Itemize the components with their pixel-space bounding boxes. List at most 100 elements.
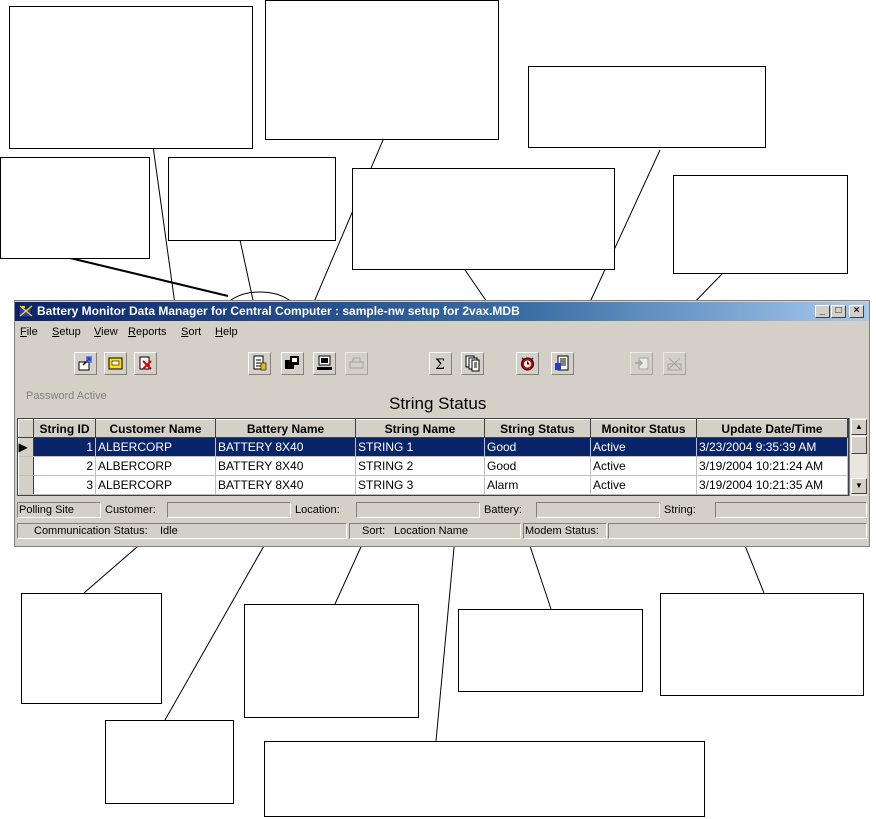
add-icon xyxy=(635,357,649,370)
copy-icon xyxy=(465,355,480,372)
callout-box xyxy=(352,168,615,270)
sort-value: Location Name xyxy=(394,525,468,537)
alarm-button[interactable] xyxy=(516,352,539,375)
cell-string-id[interactable]: 3 xyxy=(33,475,96,495)
cell-string-status[interactable]: Alarm xyxy=(484,475,591,495)
cell-string-status[interactable]: Good xyxy=(484,456,591,476)
delete-button[interactable] xyxy=(134,352,157,375)
callout-box xyxy=(21,593,162,704)
menu-sort[interactable]: Sort xyxy=(181,326,201,338)
customer-field xyxy=(167,502,291,518)
monitor-icon xyxy=(317,355,332,370)
open-icon xyxy=(108,357,123,370)
column-header[interactable]: String Name xyxy=(355,419,485,438)
menu-setup[interactable]: Setup xyxy=(52,326,81,338)
menu-file[interactable]: File xyxy=(20,326,38,338)
table-row[interactable]: 3 ALBERCORP BATTERY 8X40 STRING 3 Alarm … xyxy=(18,475,848,495)
callout-box xyxy=(0,157,150,259)
menu-reports[interactable]: Reports xyxy=(128,326,167,338)
callout-box xyxy=(244,604,419,718)
password-status: Password Active xyxy=(26,390,107,402)
dialup-button[interactable] xyxy=(663,352,686,375)
battery-field xyxy=(536,502,660,518)
report-button[interactable] xyxy=(551,352,574,375)
menu-view[interactable]: View xyxy=(94,326,118,338)
row-indicator xyxy=(18,475,34,495)
comm-status-label: Communication Status: xyxy=(34,525,148,537)
battery-app-icon xyxy=(18,305,33,318)
window-title: Battery Monitor Data Manager for Central… xyxy=(37,304,520,318)
open-button[interactable] xyxy=(104,352,127,375)
callout-box xyxy=(168,157,336,241)
cell-update-datetime[interactable]: 3/19/2004 10:21:24 AM xyxy=(696,456,848,476)
minimize-button[interactable]: _ xyxy=(815,305,830,318)
import-button[interactable] xyxy=(248,352,271,375)
menu-help[interactable]: Help xyxy=(215,326,238,338)
modem-status-field xyxy=(608,523,867,539)
status-bar-bottom: Communication Status: Idle Sort: Locatio… xyxy=(17,523,869,539)
cell-string-name[interactable]: STRING 1 xyxy=(355,437,485,457)
app-window: Battery Monitor Data Manager for Central… xyxy=(14,300,870,547)
sync-icon xyxy=(285,356,299,369)
cell-customer-name[interactable]: ALBERCORP xyxy=(95,475,216,495)
polling-site-divider xyxy=(17,502,101,518)
column-header[interactable]: Monitor Status xyxy=(590,419,697,438)
export-button[interactable] xyxy=(74,352,97,375)
column-header[interactable]: Battery Name xyxy=(215,419,356,438)
column-header[interactable]: String Status xyxy=(484,419,591,438)
cell-battery-name[interactable]: BATTERY 8X40 xyxy=(215,456,356,476)
callout-box xyxy=(660,593,864,696)
table-row[interactable]: ▶ 1 ALBERCORP BATTERY 8X40 STRING 1 Good… xyxy=(18,437,848,457)
dialup-icon xyxy=(667,357,682,371)
maximize-button[interactable]: □ xyxy=(831,305,846,318)
add-button[interactable] xyxy=(630,352,653,375)
string-status-grid: String ID Customer Name Battery Name Str… xyxy=(17,418,849,496)
column-header[interactable]: Customer Name xyxy=(95,419,216,438)
column-header[interactable]: Update Date/Time xyxy=(696,419,848,438)
scroll-thumb[interactable] xyxy=(851,436,867,454)
callout-box xyxy=(9,6,253,149)
cell-string-status[interactable]: Good xyxy=(484,437,591,457)
cell-battery-name[interactable]: BATTERY 8X40 xyxy=(215,437,356,457)
cell-monitor-status[interactable]: Active xyxy=(590,475,697,495)
copy-button[interactable] xyxy=(461,352,484,375)
column-header[interactable]: String ID xyxy=(33,419,96,438)
table-row[interactable]: 2 ALBERCORP BATTERY 8X40 STRING 2 Good A… xyxy=(18,456,848,476)
summary-button[interactable]: Σ xyxy=(429,352,452,375)
comm-status-value: Idle xyxy=(160,525,178,537)
callout-box xyxy=(265,0,499,140)
cell-string-name[interactable]: STRING 2 xyxy=(355,456,485,476)
cell-battery-name[interactable]: BATTERY 8X40 xyxy=(215,475,356,495)
print-button[interactable] xyxy=(345,352,368,375)
grid-header-row: String ID Customer Name Battery Name Str… xyxy=(18,419,848,438)
scroll-down-button[interactable]: ▼ xyxy=(851,478,867,494)
callout-box xyxy=(264,741,705,817)
cell-string-id[interactable]: 1 xyxy=(33,437,96,457)
scroll-up-button[interactable]: ▲ xyxy=(851,419,867,435)
cell-customer-name[interactable]: ALBERCORP xyxy=(95,456,216,476)
string-label: String: xyxy=(664,504,696,516)
print-icon xyxy=(349,357,364,369)
cell-string-name[interactable]: STRING 3 xyxy=(355,475,485,495)
modem-status-label: Modem Status: xyxy=(525,525,599,537)
row-indicator-header xyxy=(18,419,34,438)
location-field xyxy=(356,502,480,518)
cell-update-datetime[interactable]: 3/23/2004 9:35:39 AM xyxy=(696,437,848,457)
customer-label: Customer: xyxy=(105,504,156,516)
cell-monitor-status[interactable]: Active xyxy=(590,437,697,457)
grid-vertical-scrollbar[interactable]: ▲ ▼ xyxy=(849,418,867,496)
export-icon xyxy=(78,356,92,371)
cell-string-id[interactable]: 2 xyxy=(33,456,96,476)
monitor-button[interactable] xyxy=(313,352,336,375)
cell-monitor-status[interactable]: Active xyxy=(590,456,697,476)
cell-update-datetime[interactable]: 3/19/2004 10:21:35 AM xyxy=(696,475,848,495)
location-label: Location: xyxy=(295,504,340,516)
grid-title: String Status xyxy=(389,394,487,413)
cell-customer-name[interactable]: ALBERCORP xyxy=(95,437,216,457)
status-bar-top: Polling Site Customer: Location: Battery… xyxy=(17,502,869,518)
callout-box xyxy=(458,609,643,692)
title-bar[interactable]: Battery Monitor Data Manager for Central… xyxy=(15,302,869,321)
close-button[interactable]: × xyxy=(849,305,864,318)
import-icon xyxy=(253,355,267,371)
sync-button[interactable] xyxy=(281,352,304,375)
